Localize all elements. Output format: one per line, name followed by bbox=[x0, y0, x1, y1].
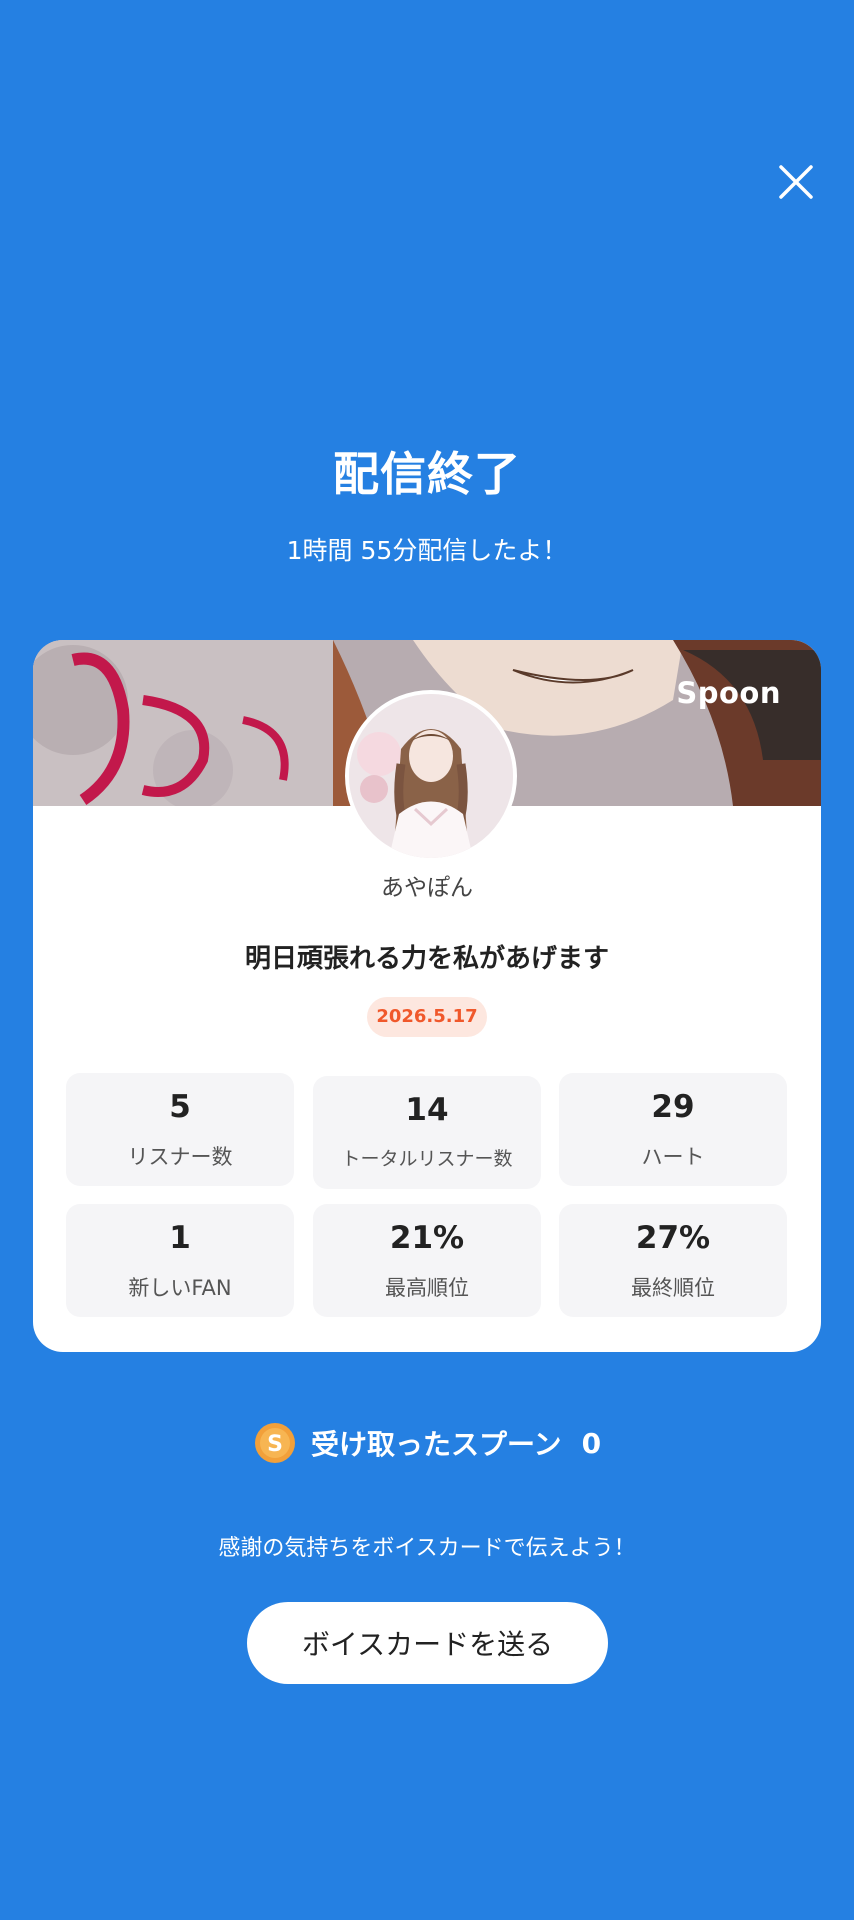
stat-hearts: 29 ハート bbox=[559, 1073, 787, 1186]
send-voice-card-button[interactable]: ボイスカードを送る bbox=[247, 1602, 608, 1684]
broadcast-duration: 1時間 55分配信したよ！ bbox=[286, 536, 568, 565]
stat-value: 27% bbox=[635, 1220, 711, 1256]
close-icon[interactable] bbox=[768, 154, 824, 210]
stat-value: 21% bbox=[389, 1220, 465, 1256]
broadcast-result-card: Spoon あやぽん 明日頑張れる力を私があげます 2026.5.17 5 リス… bbox=[33, 640, 821, 1352]
avatar bbox=[345, 690, 517, 862]
received-spoons: S 受け取ったスプーン 0 bbox=[0, 1420, 854, 1466]
stat-value: 14 bbox=[405, 1092, 449, 1128]
spoon-logo: Spoon bbox=[676, 676, 781, 710]
username: あやぽん bbox=[381, 875, 473, 901]
stat-value: 29 bbox=[651, 1089, 695, 1125]
stat-label: トータルリスナー数 bbox=[341, 1148, 513, 1170]
stat-value: 1 bbox=[169, 1220, 191, 1256]
spoon-coin-icon: S bbox=[254, 1423, 295, 1463]
stat-label: 最終順位 bbox=[631, 1276, 715, 1300]
close-button[interactable] bbox=[768, 154, 824, 210]
spoons-label: 受け取ったスプーン bbox=[310, 1428, 562, 1461]
spoons-count: 0 bbox=[581, 1426, 602, 1460]
stat-label: ハート bbox=[641, 1145, 705, 1169]
date-badge: 2026.5.17 bbox=[367, 997, 487, 1037]
stat-label: 新しいFAN bbox=[128, 1276, 232, 1300]
stat-total-listeners: 14 トータルリスナー数 bbox=[313, 1076, 541, 1189]
page-title: 配信終了 bbox=[333, 447, 521, 501]
thanks-message: 感謝の気持ちをボイスカードで伝えよう！ bbox=[218, 1536, 636, 1561]
stat-final-rank: 27% 最終順位 bbox=[559, 1204, 787, 1317]
stream-title: 明日頑張れる力を私があげます bbox=[244, 944, 609, 974]
stat-highest-rank: 21% 最高順位 bbox=[313, 1204, 541, 1317]
stat-label: 最高順位 bbox=[385, 1276, 469, 1300]
stat-listeners: 5 リスナー数 bbox=[66, 1073, 294, 1186]
stat-label: リスナー数 bbox=[127, 1145, 233, 1169]
coin-letter: S bbox=[267, 1432, 283, 1457]
stat-value: 5 bbox=[169, 1089, 191, 1125]
stat-new-fans: 1 新しいFAN bbox=[66, 1204, 294, 1317]
